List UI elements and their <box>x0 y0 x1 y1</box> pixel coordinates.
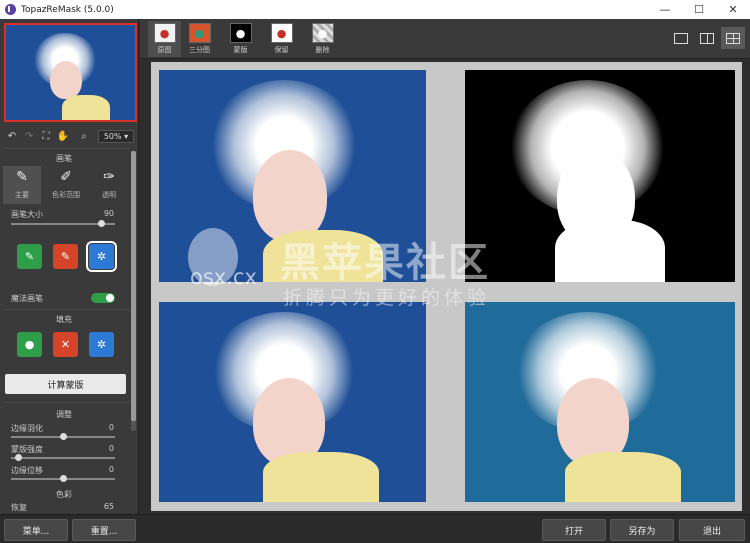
tool-main-brush[interactable]: ✎ 主要 <box>3 166 41 204</box>
split-view-icon <box>700 32 714 44</box>
brush-size-label: 画笔大小 <box>11 210 43 219</box>
edge-shift-value: 0 <box>108 465 114 474</box>
tab-delete[interactable]: ● 删除 <box>306 21 339 57</box>
edge-feather-slider[interactable] <box>11 433 115 440</box>
menu-button[interactable]: 菜单... <box>4 519 68 541</box>
brush-icon: ✎ <box>16 169 28 185</box>
apple-keep-icon: ● <box>270 23 293 43</box>
maximize-button[interactable]: ☐ <box>682 0 716 19</box>
apple-mask-icon: ● <box>229 23 252 43</box>
brush-size-value: 90 <box>103 209 114 218</box>
restore-value: 65 <box>103 502 114 511</box>
keep-pane[interactable] <box>159 302 426 502</box>
panel-scrollbar[interactable] <box>131 151 136 431</box>
view-toolbar: ↶ ↷ ⛶ ✋ ⌕ 50% ▾ <box>0 127 139 145</box>
keep-brush-icon: ✎ <box>24 250 35 263</box>
tool-transparency[interactable]: ✑ 透明 <box>90 166 128 204</box>
view-quad-button[interactable] <box>721 27 745 49</box>
keep-brush-button[interactable]: ✎ <box>17 244 42 269</box>
tab-keep[interactable]: ● 保留 <box>265 21 298 57</box>
restore-label: 恢复 <box>11 503 27 512</box>
fill-section-title: 填充 <box>56 315 72 324</box>
tab-mask[interactable]: ● 蒙版 <box>224 21 257 57</box>
apple-delete-icon: ● <box>311 23 334 43</box>
magic-brush-label: 魔法画笔 <box>11 294 43 303</box>
keep-fill-button[interactable]: ● <box>17 332 42 357</box>
window-title: TopazReMask (5.0.0) <box>21 4 114 15</box>
compute-fill-icon: ✲ <box>96 338 107 351</box>
keep-fill-icon: ● <box>24 338 35 351</box>
exit-button[interactable]: 退出 <box>679 519 745 541</box>
delete-brush-button[interactable]: ✎ <box>53 244 78 269</box>
bottom-bar: 菜单... 重置... 打开 另存为 退出 <box>0 514 750 543</box>
single-view-icon <box>674 32 688 44</box>
left-panel: ↶ ↷ ⛶ ✋ ⌕ 50% ▾ 画笔 ✎ 主要 ✐ 色彩范围 ✑ 透明 画笔大小… <box>0 19 139 514</box>
color-range-brush-icon: ✐ <box>60 169 72 185</box>
edge-feather-value: 0 <box>108 423 114 432</box>
save-as-button[interactable]: 另存为 <box>610 519 674 541</box>
hand-tool-icon[interactable]: ✋ <box>56 129 70 143</box>
brush-section-title: 画笔 <box>56 154 72 163</box>
quad-view-icon <box>726 32 740 44</box>
app-logo-icon <box>5 4 16 15</box>
compute-mask-button[interactable]: 计算蒙版 <box>5 374 126 394</box>
watermark: 黑苹果社区 osx.cx 折腾只为更好的体验 <box>188 228 533 314</box>
fit-screen-icon[interactable]: ⛶ <box>39 129 53 143</box>
view-single-button[interactable] <box>669 27 693 49</box>
mode-bar: ● 原图 ● 三分图 ● 蒙版 ● 保留 ● 删除 <box>140 19 750 59</box>
transparency-brush-icon: ✑ <box>103 169 115 185</box>
edge-shift-slider[interactable] <box>11 475 115 482</box>
title-bar: TopazReMask (5.0.0) — ☐ ✕ <box>0 0 750 19</box>
redo-icon[interactable]: ↷ <box>22 129 36 143</box>
edge-feather-label: 边缘羽化 <box>11 424 43 433</box>
mask-strength-slider[interactable] <box>11 454 115 461</box>
navigator-thumbnail[interactable] <box>4 23 137 122</box>
zoom-icon[interactable]: ⌕ <box>77 129 91 143</box>
minimize-button[interactable]: — <box>648 0 682 19</box>
delete-fill-button[interactable]: ✕ <box>53 332 78 357</box>
reset-button[interactable]: 重置... <box>72 519 136 541</box>
zoom-select[interactable]: 50% ▾ <box>98 129 134 143</box>
compute-brush-icon: ✲ <box>96 250 107 263</box>
delete-fill-icon: ✕ <box>60 338 71 351</box>
tool-color-range[interactable]: ✐ 色彩范围 <box>47 166 85 204</box>
view-split-button[interactable] <box>695 27 719 49</box>
color-section-title: 色彩 <box>56 490 72 499</box>
compute-fill-button[interactable]: ✲ <box>89 332 114 357</box>
apple-original-icon: ● <box>153 23 176 43</box>
result-pane[interactable] <box>465 302 735 502</box>
mask-strength-value: 0 <box>108 444 114 453</box>
tab-original[interactable]: ● 原图 <box>148 21 181 57</box>
close-button[interactable]: ✕ <box>716 0 750 19</box>
undo-icon[interactable]: ↶ <box>5 129 19 143</box>
edge-shift-label: 边缘位移 <box>11 466 43 475</box>
magic-brush-toggle[interactable] <box>91 293 115 303</box>
apple-trimap-icon: ● <box>188 23 211 43</box>
adjust-section-title: 调整 <box>56 410 72 419</box>
delete-brush-icon: ✎ <box>60 250 71 263</box>
mask-strength-label: 蒙版强度 <box>11 445 43 454</box>
open-button[interactable]: 打开 <box>542 519 606 541</box>
compute-brush-button[interactable]: ✲ <box>86 241 117 272</box>
brush-size-slider[interactable] <box>11 220 115 227</box>
tab-trimap[interactable]: ● 三分图 <box>183 21 216 57</box>
